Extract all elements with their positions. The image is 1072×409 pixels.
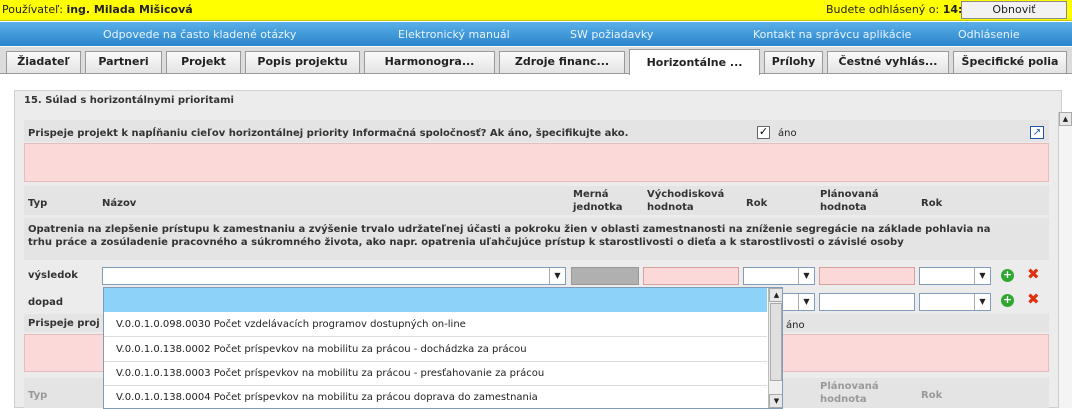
nazov-dropdown-list[interactable]: V.0.0.1.0.098.0030 Počet vzdelávacích pr… <box>103 287 783 409</box>
scroll-up-icon[interactable]: ▲ <box>769 288 782 302</box>
tab-bar: Žiadateľ Partneri Projekt Popis projektu… <box>0 47 1072 75</box>
top-status-bar: Používateľ: ing. Milada Mišicová Budete … <box>0 0 1072 21</box>
col-planovana-b1: Plánovaná <box>820 381 879 392</box>
vychodiskova-input-vysledok[interactable] <box>643 267 739 285</box>
planovana-input-dopad[interactable] <box>819 293 915 311</box>
nav-logout[interactable]: Odhlásenie <box>958 28 1020 41</box>
dropdown-option[interactable]: V.0.0.1.0.138.0002 Počet príspevkov na m… <box>116 344 527 355</box>
add-icon[interactable]: + <box>1001 294 1014 307</box>
rok2-select-vysledok[interactable]: ▼ <box>919 267 991 285</box>
col-typ-2: Typ <box>28 390 48 401</box>
tab-harmonogram[interactable]: Harmonogra... <box>364 51 495 73</box>
nav-faq[interactable]: Odpovede na často kladené otázky <box>103 28 296 41</box>
user-name: ing. Milada Mišicová <box>66 3 193 16</box>
tab-popis-projektu[interactable]: Popis projektu <box>245 51 360 73</box>
dropdown-option[interactable]: V.0.0.1.0.138.0003 Počet príspevkov na m… <box>116 368 544 379</box>
tab-prilohy[interactable]: Prílohy <box>764 51 823 73</box>
main-scrollbar[interactable]: ▲ <box>1058 112 1072 408</box>
nav-sw-requests[interactable]: SW požiadavky <box>570 28 653 41</box>
tab-specificke-polia[interactable]: Špecifické polia <box>953 51 1067 73</box>
scroll-down-icon[interactable]: ▼ <box>769 394 782 408</box>
nazov-select-vysledok[interactable]: ▼ <box>102 267 566 285</box>
rok-select-vysledok[interactable]: ▼ <box>743 267 815 285</box>
ano-checkbox[interactable]: ✓ <box>757 126 770 139</box>
dropdown-option[interactable]: V.0.0.1.0.098.0030 Počet vzdelávacích pr… <box>116 319 466 330</box>
rok2-select-dopad[interactable]: ▼ <box>919 293 991 311</box>
chevron-down-icon: ▼ <box>798 268 814 284</box>
dropdown-scrollbar[interactable]: ▲ ▼ <box>768 288 782 408</box>
specification-textarea[interactable] <box>24 143 1049 182</box>
merna-jednotka-vysledok <box>571 267 639 285</box>
dropdown-option[interactable]: V.0.0.1.0.138.0004 Počet príspevkov na m… <box>116 392 538 403</box>
col-merna-2: jednotka <box>573 202 623 213</box>
row-vysledok-label: výsledok <box>28 270 78 281</box>
table-header <box>24 186 1049 215</box>
tab-cestne-vyhlasenie[interactable]: Čestné vyhlás... <box>827 51 949 73</box>
planovana-input-vysledok[interactable] <box>819 267 915 285</box>
ano-label: áno <box>778 128 797 139</box>
opatrenia-text: Opatrenia na zlepšenie prístupu k zamest… <box>28 224 991 248</box>
tab-ziadatel[interactable]: Žiadateľ <box>6 51 81 73</box>
logout-prefix: Budete odhlásený o: <box>826 3 940 16</box>
dropdown-divider <box>104 385 767 386</box>
col-vychodiskova-1: Východisková <box>647 189 725 200</box>
col-vychodiskova-2: hodnota <box>647 202 694 213</box>
user-info: Používateľ: ing. Milada Mišicová <box>2 3 193 16</box>
col-rok: Rok <box>746 198 768 209</box>
second-question-text: Prispeje proj <box>28 318 100 329</box>
delete-icon[interactable]: ✖ <box>1027 292 1040 307</box>
nav-manual[interactable]: Elektronický manuál <box>398 28 510 41</box>
col-rok-2: Rok <box>921 198 943 209</box>
chevron-down-icon: ▼ <box>549 268 565 284</box>
row-dopad-label: dopad <box>28 297 64 308</box>
add-icon[interactable]: + <box>1001 269 1014 282</box>
dropdown-empty-option[interactable] <box>104 288 767 312</box>
second-ano-label: áno <box>786 320 805 331</box>
refresh-button[interactable]: Obnoviť <box>961 1 1067 19</box>
dropdown-divider <box>104 336 767 337</box>
scroll-thumb[interactable] <box>770 303 782 381</box>
tab-zdroje-financovania[interactable]: Zdroje financ... <box>499 51 625 73</box>
question-text: Prispeje projekt k napĺňaniu cieľov hori… <box>28 128 629 139</box>
top-nav: Odpovede na často kladené otázky Elektro… <box>0 22 1072 46</box>
chevron-down-icon: ▼ <box>974 268 990 284</box>
col-typ: Typ <box>28 198 48 209</box>
session-timeout: Budete odhlásený o: 14:22 <box>826 3 978 16</box>
col-planovana-1: Plánovaná <box>820 189 879 200</box>
col-merna-1: Merná <box>573 189 609 200</box>
tab-partneri[interactable]: Partneri <box>85 51 162 73</box>
scroll-up-icon[interactable]: ▲ <box>1059 112 1072 126</box>
col-rok-b: Rok <box>921 390 943 401</box>
col-nazov: Názov <box>102 198 137 209</box>
delete-icon[interactable]: ✖ <box>1027 267 1040 282</box>
tab-projekt[interactable]: Projekt <box>166 51 241 73</box>
col-planovana-b2: hodnota <box>820 394 867 405</box>
chevron-down-icon: ▼ <box>974 294 990 310</box>
nav-contact[interactable]: Kontakt na správcu aplikácie <box>753 28 911 41</box>
expand-icon[interactable]: ↗ <box>1030 126 1044 139</box>
user-prefix: Používateľ: <box>2 3 63 16</box>
section-title: 15. Súlad s horizontálnymi prioritami <box>24 95 234 106</box>
chevron-down-icon: ▼ <box>798 294 814 310</box>
tab-horizontalne[interactable]: Horizontálne ... <box>629 49 760 75</box>
col-planovana-2: hodnota <box>820 202 867 213</box>
dropdown-divider <box>104 361 767 362</box>
